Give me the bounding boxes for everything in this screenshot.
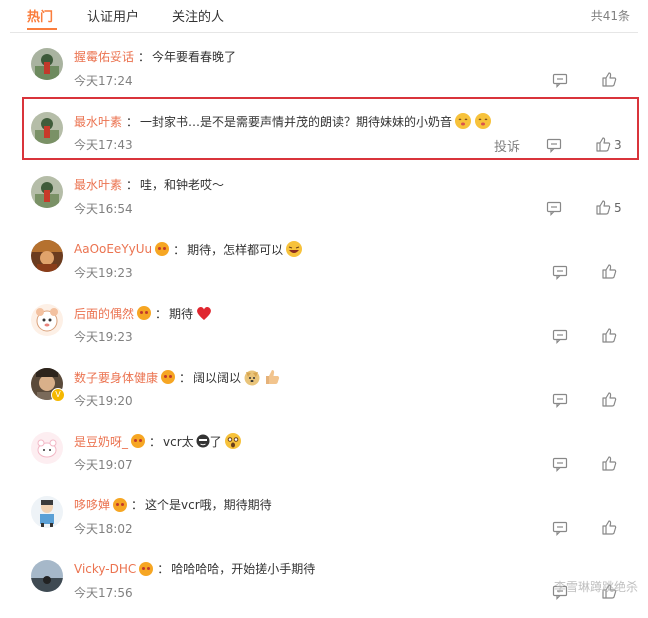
avatar[interactable] <box>31 304 63 336</box>
like-count: 5 <box>614 201 622 215</box>
comment-icon[interactable] <box>552 392 568 408</box>
separator: ： <box>179 370 192 385</box>
comment-icon[interactable] <box>552 264 568 280</box>
tab-active-underline <box>27 28 57 30</box>
comment-line: 最水叶素 ： 哇，和钟老哎～ <box>74 176 224 193</box>
comment-text: 哈哈哈哈，开始搓小手期待 <box>171 562 316 576</box>
comment-icon[interactable] <box>552 456 568 472</box>
separator: ： <box>131 498 144 512</box>
comment-icon[interactable] <box>546 200 562 216</box>
tab-hot[interactable]: 热门 <box>27 6 53 25</box>
username-link[interactable]: Vicky-DHC <box>74 562 136 576</box>
comment-line: 哆哆婵 ： 这个是vcr哦，期待期待 <box>74 496 272 513</box>
member-badge-icon <box>137 306 152 320</box>
separator: ： <box>173 242 186 257</box>
comment-item: 最水叶素 ： 哇，和钟老哎～ 今天16:54 5 <box>0 170 648 234</box>
comment-item: 后面的偶然 ： 期待 今天19:23 <box>0 298 648 362</box>
comment-item: AaOoEeYyUu ： 期待，怎样都可以 今天19:23 <box>0 234 648 298</box>
avatar[interactable] <box>31 176 63 208</box>
member-badge-icon <box>161 370 176 384</box>
username-link[interactable]: 哆哆婵 <box>74 496 110 513</box>
comment-text: 这个是vcr哦，期待期待 <box>145 498 272 512</box>
tab-following[interactable]: 关注的人 <box>172 6 224 25</box>
highlight-box <box>22 97 639 160</box>
username-link[interactable]: 是豆奶呀_ <box>74 433 128 450</box>
comment-time: 今天19:23 <box>74 266 133 280</box>
doge-emoji-icon <box>244 370 260 386</box>
comment-item: V 数子要身体健康 ： 阔以阔以 今天19:20 <box>0 362 648 426</box>
comment-line: Vicky-DHC ： 哈哈哈哈，开始搓小手期待 <box>74 560 315 577</box>
comment-time: 今天19:07 <box>74 458 133 472</box>
avatar[interactable] <box>31 48 63 80</box>
thumbs-up-icon[interactable] <box>601 455 617 471</box>
comment-time: 今天18:02 <box>74 522 133 536</box>
comment-text: 阔以阔以 <box>193 370 242 385</box>
comment-line: 后面的偶然 ： 期待 <box>74 304 213 322</box>
separator: ： <box>155 306 168 321</box>
thumbs-up-emoji-icon <box>266 370 280 384</box>
comment-line: 是豆奶呀_ ： vcr太 了 <box>74 432 242 450</box>
comment-text-suffix: 了 <box>209 434 222 449</box>
comment-time: 今天19:20 <box>74 394 133 408</box>
thumbs-up-icon[interactable] <box>601 391 617 407</box>
separator: ： <box>157 562 170 576</box>
username-link[interactable]: 最水叶素 <box>74 176 122 193</box>
member-badge-icon <box>113 497 128 512</box>
comment-time: 今天19:23 <box>74 330 133 344</box>
username-link[interactable]: 后面的偶然 <box>74 305 134 322</box>
heart-icon <box>197 307 211 320</box>
avatar[interactable] <box>31 432 63 464</box>
thumbs-up-icon[interactable] <box>601 519 617 535</box>
comment-item: 哆哆婵 ： 这个是vcr哦，期待期待 今天18:02 <box>0 490 648 554</box>
comment-text: 哇，和钟老哎～ <box>140 178 225 192</box>
avatar[interactable] <box>31 560 63 592</box>
comment-time: 今天16:54 <box>74 202 133 216</box>
thumbs-up-icon[interactable] <box>595 199 611 215</box>
comment-time: 今天17:24 <box>74 74 133 88</box>
thumbs-up-icon[interactable] <box>601 71 617 87</box>
comment-text: 今年要看春晚了 <box>152 50 237 64</box>
member-badge-icon <box>139 561 154 576</box>
comment-text: vcr太 <box>163 434 194 449</box>
member-badge-icon <box>155 242 170 256</box>
username-link[interactable]: 握霉佑妥话 <box>74 48 134 65</box>
comment-line: AaOoEeYyUu ： 期待，怎样都可以 <box>74 240 303 258</box>
comment-line: 数子要身体健康 ： 阔以阔以 <box>74 368 281 386</box>
separator: ： <box>149 434 162 449</box>
comment-tabs: 热门 认证用户 关注的人 共41条 <box>0 0 648 32</box>
comment-time: 今天17:56 <box>74 586 133 600</box>
thumbs-up-icon[interactable] <box>601 263 617 279</box>
comment-icon[interactable] <box>552 72 568 88</box>
member-badge-icon <box>131 434 146 448</box>
comment-item: Vicky-DHC ： 哈哈哈哈，开始搓小手期待 今天17:56 <box>0 554 648 618</box>
tab-verified-users[interactable]: 认证用户 <box>87 6 139 25</box>
comment-text: 期待，怎样都可以 <box>187 242 284 257</box>
watermark: 李雪琳蹲跳绝杀 <box>553 580 638 594</box>
username-link[interactable]: 数子要身体健康 <box>74 369 158 386</box>
laughing-emoji-icon <box>286 241 303 257</box>
separator: ： <box>126 178 139 192</box>
username-link[interactable]: AaOoEeYyUu <box>74 242 152 256</box>
comment-icon[interactable] <box>552 328 568 344</box>
shocked-emoji-icon <box>224 433 241 449</box>
comment-icon[interactable] <box>552 520 568 536</box>
thumbs-up-icon[interactable] <box>601 327 617 343</box>
comment-text: 期待 <box>169 306 194 321</box>
separator: ： <box>138 50 151 64</box>
avatar[interactable] <box>31 496 63 528</box>
comment-item: 是豆奶呀_ ： vcr太 了 今天19:07 <box>0 426 648 490</box>
avatar[interactable] <box>31 240 63 272</box>
verified-badge-icon: V <box>51 388 65 402</box>
comment-total: 共41条 <box>590 9 630 23</box>
tabs-divider <box>10 32 638 33</box>
cool-emoji-icon <box>196 434 210 448</box>
comment-line: 握霉佑妥话 ： 今年要看春晚了 <box>74 48 236 65</box>
